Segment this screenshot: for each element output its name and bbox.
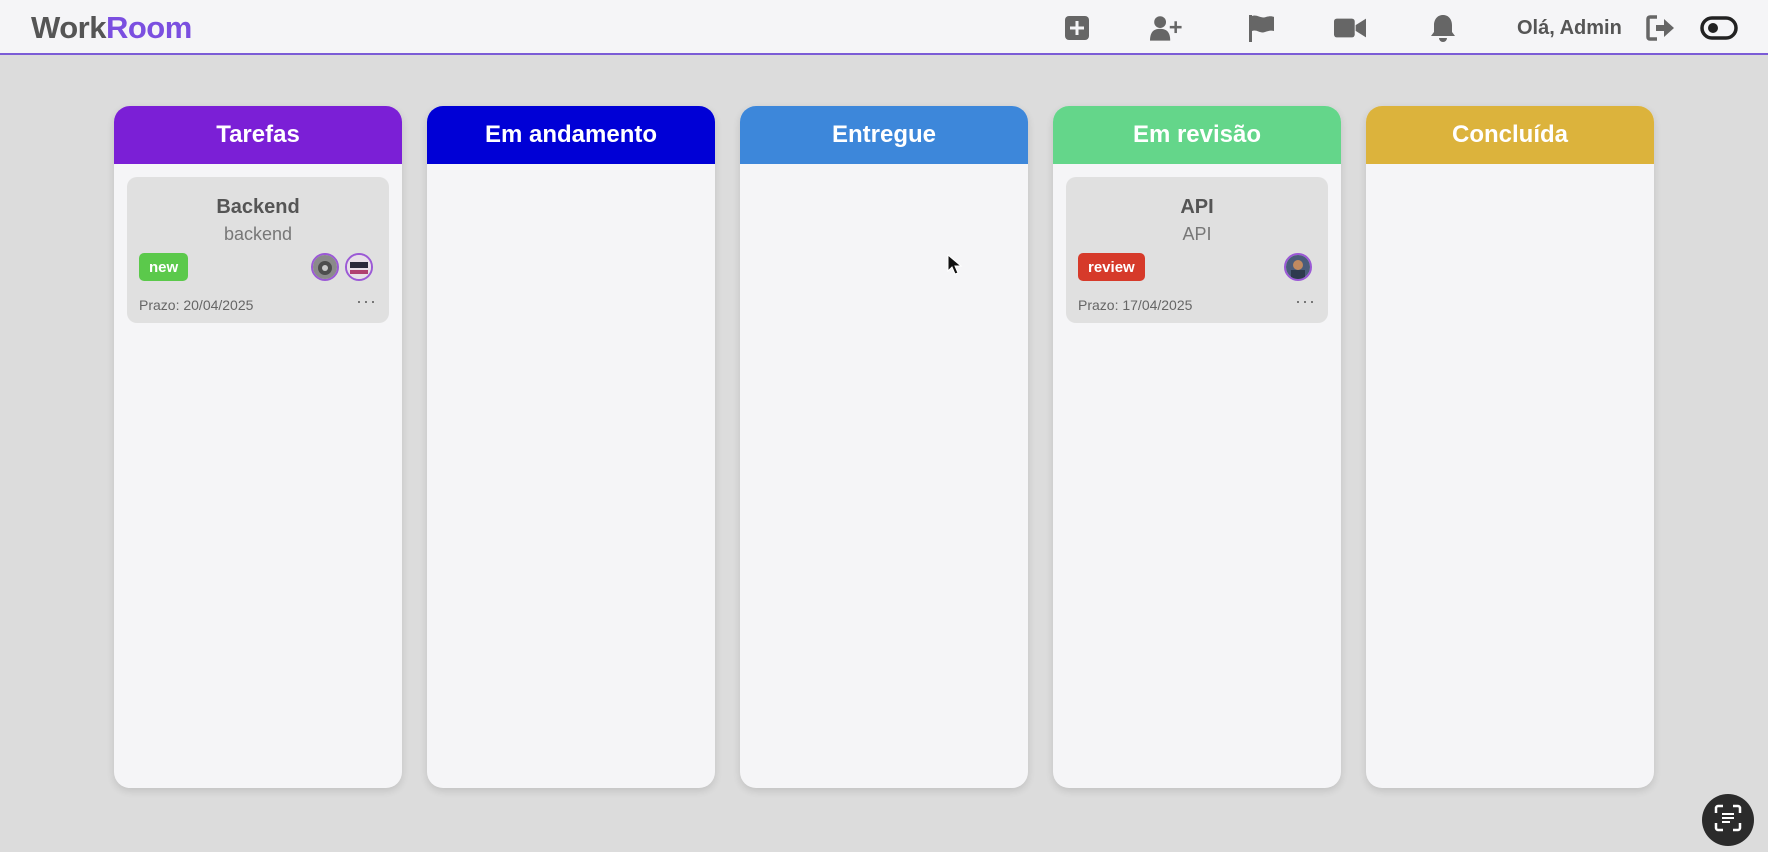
column-header-concluida: Concluída: [1366, 106, 1654, 164]
column-tarefas: Tarefas Backend backend new Prazo: 20/04…: [114, 106, 402, 788]
card-title: API: [1180, 196, 1214, 218]
user-greeting: Olá, Admin: [1517, 17, 1622, 39]
column-header-entregue: Entregue: [740, 106, 1028, 164]
column-em-revisao: Em revisão API API review Prazo: 17/04/2…: [1053, 106, 1341, 788]
column-em-andamento: Em andamento: [427, 106, 715, 788]
avatar[interactable]: [1284, 253, 1312, 281]
column-header-em-andamento: Em andamento: [427, 106, 715, 164]
more-options-icon[interactable]: ···: [1295, 291, 1316, 312]
mouse-cursor-icon: [947, 253, 963, 281]
add-square-icon[interactable]: [1061, 12, 1093, 44]
video-icon[interactable]: [1334, 12, 1366, 44]
card-subtitle: backend: [223, 224, 293, 244]
scan-text-icon: [1714, 804, 1742, 837]
column-concluida: Concluída: [1366, 106, 1654, 788]
task-card-backend[interactable]: Backend backend new Prazo: 20/04/2025 ··…: [127, 177, 389, 323]
add-user-icon[interactable]: [1150, 12, 1182, 44]
card-title: Backend: [216, 196, 300, 218]
card-subtitle: API: [1182, 224, 1212, 244]
status-badge: new: [139, 253, 189, 281]
column-header-em-revisao: Em revisão: [1053, 106, 1341, 164]
bell-icon[interactable]: [1427, 12, 1459, 44]
theme-toggle-icon[interactable]: [1699, 12, 1739, 44]
column-header-tarefas: Tarefas: [114, 106, 402, 164]
top-bar: WorkRoom Olá, Admin: [0, 0, 1768, 55]
column-entregue: Entregue: [740, 106, 1028, 788]
more-options-icon[interactable]: ···: [356, 291, 377, 312]
logout-icon[interactable]: [1645, 12, 1677, 44]
flag-icon[interactable]: [1245, 12, 1277, 44]
logo-room: Room: [105, 10, 192, 45]
avatar[interactable]: [311, 253, 339, 281]
task-card-api[interactable]: API API review Prazo: 17/04/2025 ···: [1066, 177, 1328, 323]
avatar[interactable]: [345, 253, 373, 281]
card-deadline: Prazo: 20/04/2025: [139, 297, 254, 313]
status-badge: review: [1078, 253, 1145, 281]
scan-text-button[interactable]: [1702, 794, 1754, 846]
logo-work: Work: [31, 10, 106, 45]
card-deadline: Prazo: 17/04/2025: [1078, 297, 1193, 313]
app-logo[interactable]: WorkRoom: [31, 10, 192, 46]
